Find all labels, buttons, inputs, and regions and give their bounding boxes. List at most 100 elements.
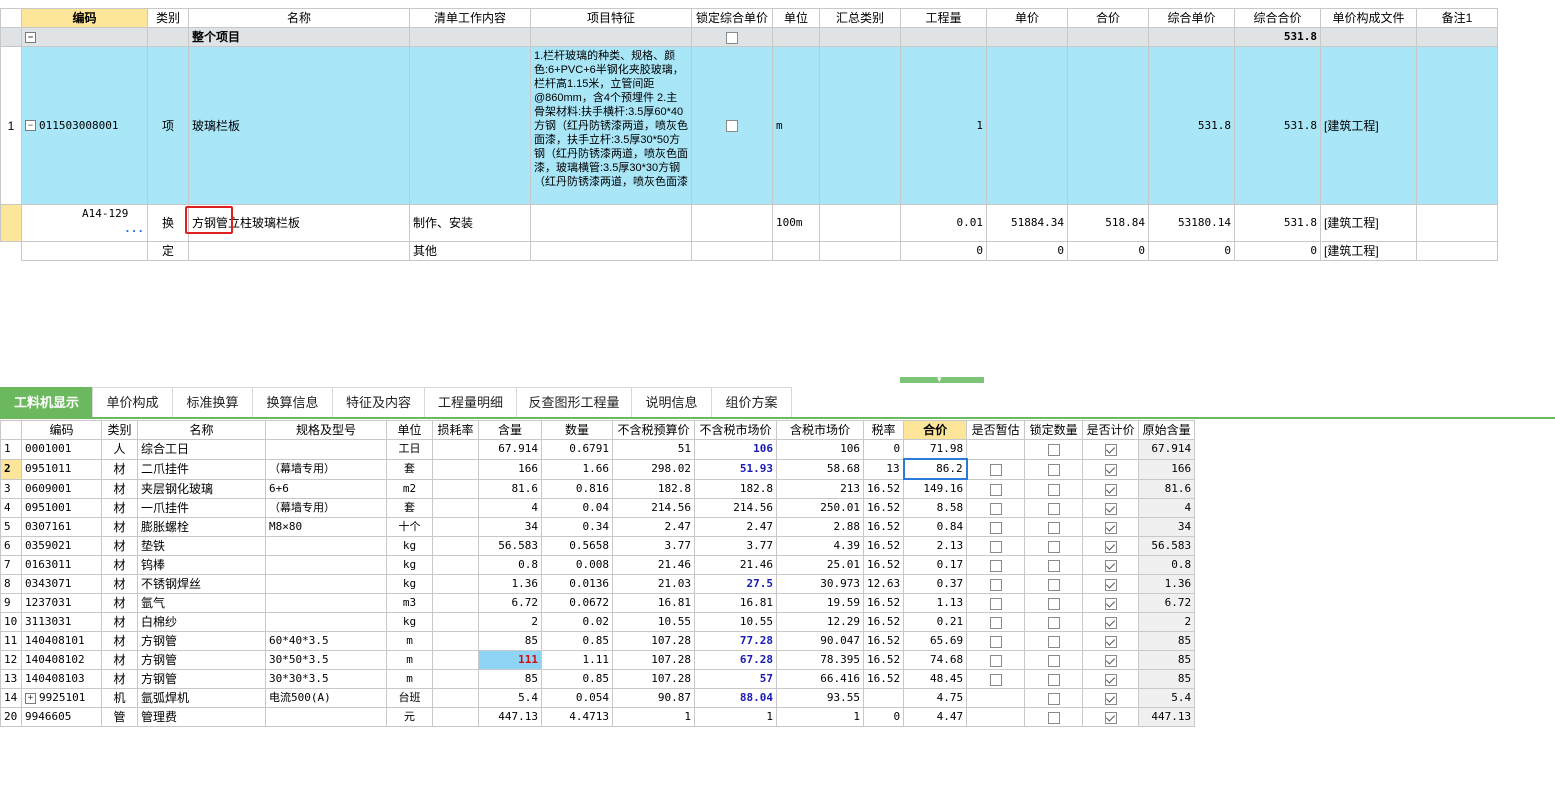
- content-cell[interactable]: 5.4: [478, 688, 542, 708]
- amount-cell[interactable]: 0.85: [541, 631, 613, 651]
- content-cell[interactable]: 56.583: [478, 536, 542, 556]
- priced-cell[interactable]: [1082, 688, 1140, 708]
- code-cell[interactable]: +9925101: [21, 688, 102, 708]
- unit-cell[interactable]: 十个: [386, 517, 433, 537]
- spec-cell[interactable]: （幕墙专用）: [265, 498, 387, 518]
- checkbox-checked-icon[interactable]: [1104, 540, 1117, 553]
- priced-cell[interactable]: [1082, 612, 1140, 632]
- market-price-tax-cell[interactable]: 93.55: [776, 688, 864, 708]
- code-cell[interactable]: 0307161: [21, 517, 102, 537]
- bill-item-row[interactable]: 1 −011503008001 项 玻璃栏板 1.栏杆玻璃的种类、规格、颜色:6…: [0, 46, 1498, 205]
- loss-rate-cell[interactable]: [432, 439, 479, 460]
- spec-cell[interactable]: [265, 593, 387, 613]
- checkbox-icon[interactable]: [1047, 711, 1060, 724]
- provisional-cell[interactable]: [966, 517, 1026, 537]
- checkbox-icon[interactable]: [989, 616, 1002, 629]
- content-cell[interactable]: 2: [478, 612, 542, 632]
- unit-cell[interactable]: kg: [386, 574, 433, 594]
- features-cell[interactable]: [530, 241, 692, 261]
- checkbox-checked-icon[interactable]: [1104, 463, 1117, 476]
- resource-row[interactable]: 6 0359021 材垫铁 kg 56.583 0.5658 3.77 3.77 4.39 16.…: [0, 536, 1196, 556]
- checkbox-icon[interactable]: [1047, 444, 1060, 457]
- budget-price-cell[interactable]: 2.47: [612, 517, 695, 537]
- lock-price-cell[interactable]: [691, 27, 773, 47]
- content-cell[interactable]: 85: [478, 631, 542, 651]
- provisional-cell[interactable]: [966, 536, 1026, 556]
- checkbox-icon[interactable]: [1047, 502, 1060, 515]
- name-cell[interactable]: 不锈钢焊丝: [137, 574, 266, 594]
- content-cell[interactable]: 6.72: [478, 593, 542, 613]
- col-header-total[interactable]: 合价: [1067, 8, 1149, 28]
- lock-qty-cell[interactable]: [1024, 517, 1084, 537]
- market-price-tax-cell[interactable]: 213: [776, 478, 864, 499]
- lock-qty-cell[interactable]: [1024, 498, 1084, 518]
- amount-cell[interactable]: 0.02: [541, 612, 613, 632]
- lock-qty-cell[interactable]: [1024, 555, 1084, 575]
- resource-row[interactable]: 12 140408102 材方钢管 30*50*3.5 m 111 1.11 107.28 67…: [0, 650, 1196, 670]
- budget-price-cell[interactable]: 16.81: [612, 593, 695, 613]
- budget-price-cell[interactable]: 90.87: [612, 688, 695, 708]
- chevron-down-icon[interactable]: ▾: [937, 374, 942, 385]
- code-cell[interactable]: −011503008001: [21, 46, 148, 205]
- checkbox-icon[interactable]: [989, 673, 1002, 686]
- checkbox-icon[interactable]: [989, 597, 1002, 610]
- priced-cell[interactable]: [1082, 593, 1140, 613]
- code-cell[interactable]: 140408103: [21, 669, 102, 689]
- amount-cell[interactable]: 1.66: [541, 458, 613, 480]
- loss-rate-cell[interactable]: [432, 612, 479, 632]
- checkbox-icon[interactable]: [1047, 578, 1060, 591]
- group-row[interactable]: − 整个项目 531.8: [0, 27, 1498, 47]
- type-cell[interactable]: 材: [101, 650, 138, 670]
- total-cell[interactable]: 0: [1067, 241, 1149, 261]
- col-header-spec[interactable]: 规格及型号: [265, 420, 387, 440]
- amount-cell[interactable]: 0.816: [541, 478, 613, 499]
- unit-cell[interactable]: 工日: [386, 439, 433, 460]
- amount-cell[interactable]: 0.04: [541, 498, 613, 518]
- provisional-cell[interactable]: [966, 707, 1026, 727]
- comp-price-cell[interactable]: 531.8: [1148, 46, 1235, 205]
- lock-qty-cell[interactable]: [1024, 574, 1084, 594]
- checkbox-icon[interactable]: [1047, 463, 1060, 476]
- loss-rate-cell[interactable]: [432, 650, 479, 670]
- lock-qty-cell[interactable]: [1024, 612, 1084, 632]
- col-header-total[interactable]: 合价: [903, 420, 968, 440]
- provisional-cell[interactable]: [966, 612, 1026, 632]
- tab-pricing-plan[interactable]: 组价方案: [711, 387, 792, 417]
- col-header-market-price-tax[interactable]: 含税市场价: [776, 420, 864, 440]
- col-header-features[interactable]: 项目特征: [530, 8, 692, 28]
- tax-rate-cell[interactable]: 16.52: [862, 555, 905, 575]
- budget-price-cell[interactable]: 21.46: [612, 555, 695, 575]
- quantity-cell[interactable]: 1: [900, 46, 987, 205]
- col-header-code[interactable]: 编码: [21, 8, 148, 28]
- resource-row[interactable]: 10 3113031 材白棉纱 kg 2 0.02 10.55 10.55 12.29 16.52…: [0, 612, 1196, 632]
- col-header-priced[interactable]: 是否计价: [1082, 420, 1140, 440]
- resource-row[interactable]: 2 0951011 材二爪挂件 （幕墙专用）套 166 1.66 298.02 51.93 58…: [0, 458, 1196, 480]
- total-cell[interactable]: 4.47: [903, 707, 968, 727]
- total-cell[interactable]: 71.98: [903, 439, 968, 460]
- content-cell[interactable]: 447.13: [478, 707, 542, 727]
- col-header-remark[interactable]: 备注1: [1416, 8, 1498, 28]
- budget-price-cell[interactable]: 107.28: [612, 650, 695, 670]
- content-cell[interactable]: 111: [478, 650, 542, 670]
- amount-cell[interactable]: 4.4713: [541, 707, 613, 727]
- loss-rate-cell[interactable]: [432, 688, 479, 708]
- tax-rate-cell[interactable]: 16.52: [862, 612, 905, 632]
- unit-cell[interactable]: m3: [386, 593, 433, 613]
- market-price-tax-cell[interactable]: 25.01: [776, 555, 864, 575]
- name-cell[interactable]: 方钢管: [137, 631, 266, 651]
- code-cell[interactable]: A14-129 ···: [21, 204, 148, 242]
- tax-rate-cell[interactable]: 16.52: [862, 536, 905, 556]
- loss-rate-cell[interactable]: [432, 498, 479, 518]
- code-cell[interactable]: 9946605: [21, 707, 102, 727]
- checkbox-icon[interactable]: [989, 635, 1002, 648]
- type-cell[interactable]: 材: [101, 631, 138, 651]
- checkbox-icon[interactable]: [989, 502, 1002, 515]
- code-cell[interactable]: 140408102: [21, 650, 102, 670]
- tax-rate-cell[interactable]: 16.52: [862, 631, 905, 651]
- unit-cell[interactable]: 套: [386, 498, 433, 518]
- budget-price-cell[interactable]: 214.56: [612, 498, 695, 518]
- col-header-unit-price[interactable]: 单价: [986, 8, 1068, 28]
- resource-row[interactable]: 1 0001001 人综合工日 工日 67.914 0.6791 51 106 106 0 71.9…: [0, 439, 1196, 460]
- spec-cell[interactable]: 6+6: [265, 478, 387, 499]
- lock-price-cell[interactable]: [691, 46, 773, 205]
